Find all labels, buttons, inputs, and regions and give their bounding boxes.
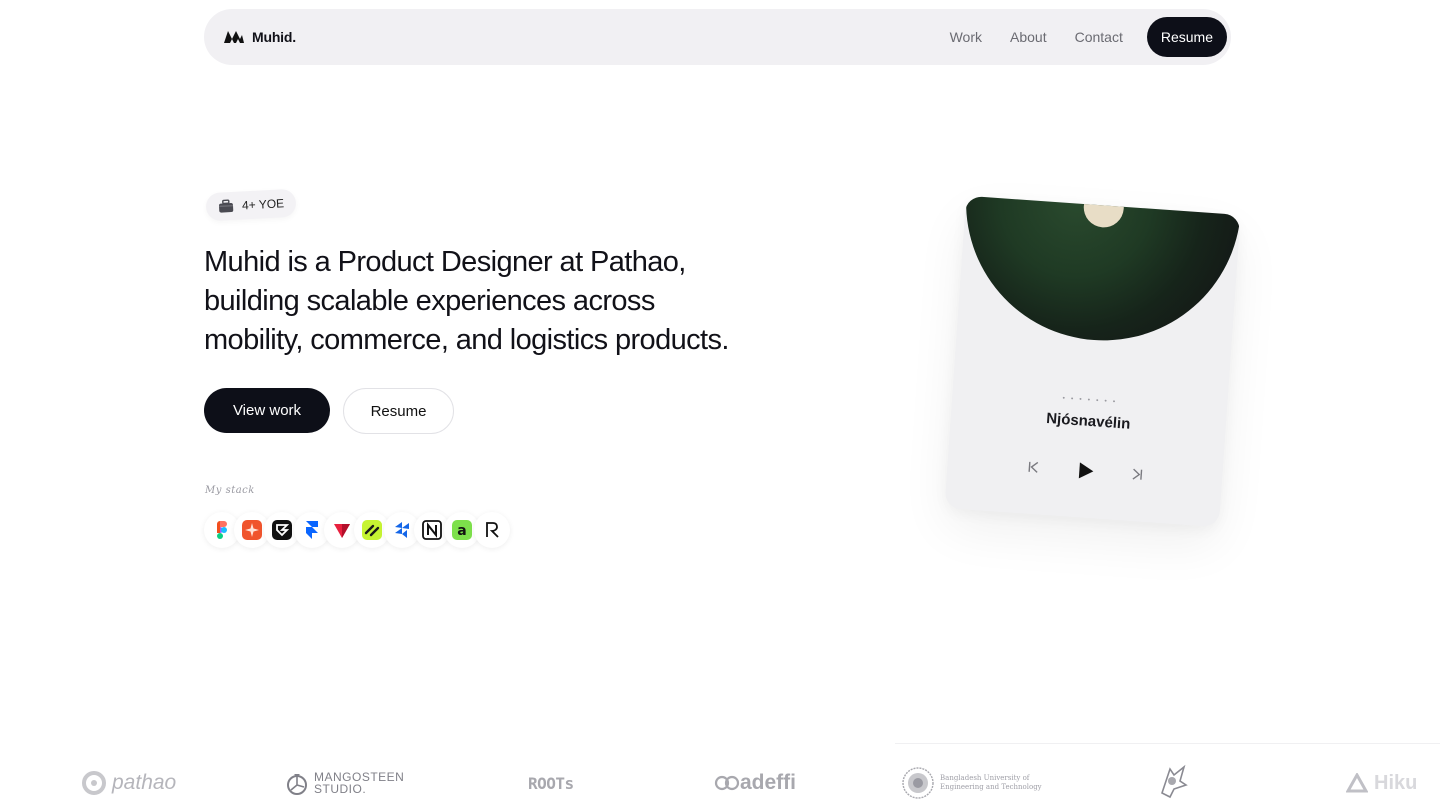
adeffi-logo-icon bbox=[714, 775, 740, 791]
logo-ags bbox=[1156, 764, 1190, 799]
briefcase-icon bbox=[218, 199, 234, 213]
stack-icons: a bbox=[204, 512, 510, 550]
headline-line-2: building scalable experiences across bbox=[204, 285, 655, 317]
next-icon[interactable] bbox=[1126, 464, 1147, 485]
nav-links: Work About Contact Resume bbox=[950, 17, 1227, 57]
brand-logo-icon bbox=[224, 31, 244, 43]
nav-link-work[interactable]: Work bbox=[950, 29, 982, 45]
logo-mangosteen-line-2: STUDIO. bbox=[314, 782, 367, 796]
experience-badge-label: 4+ YOE bbox=[241, 196, 285, 213]
nav-link-about[interactable]: About bbox=[1010, 29, 1047, 45]
logo-roots: ROOTs bbox=[528, 767, 574, 799]
logo-buet-line-2: Engineering and Technology bbox=[940, 783, 1042, 791]
stack-label: My stack bbox=[205, 485, 255, 496]
logo-pathao-text: pathao bbox=[112, 771, 177, 794]
brand[interactable]: Muhid. bbox=[224, 29, 296, 45]
logo-buet: Bangladesh University of Engineering and… bbox=[902, 767, 1042, 799]
resume-button[interactable]: Resume bbox=[343, 388, 454, 434]
experience-badge: 4+ YOE bbox=[205, 188, 297, 222]
logo-adeffi: adeffi bbox=[714, 767, 796, 799]
logo-hiku: Hiku bbox=[1346, 767, 1417, 799]
pathao-logo-icon bbox=[82, 771, 106, 795]
svg-text:a: a bbox=[457, 523, 466, 539]
raycast-icon[interactable] bbox=[474, 512, 510, 548]
logo-buet-line-1: Bangladesh University of bbox=[940, 774, 1030, 782]
logo-roots-text: ROOTs bbox=[528, 773, 574, 793]
buet-seal-icon bbox=[902, 767, 934, 799]
client-logos: pathao MANGOSTEEN STUDIO. ROOTs adeffi B… bbox=[0, 742, 1440, 812]
headline-line-1: Muhid is a Product Designer at Pathao, bbox=[204, 246, 686, 278]
mangosteen-logo-icon bbox=[287, 774, 307, 795]
logo-mangosteen: MANGOSTEEN STUDIO. bbox=[286, 767, 404, 799]
nav-link-contact[interactable]: Contact bbox=[1075, 29, 1123, 45]
nav-resume-button[interactable]: Resume bbox=[1146, 17, 1227, 57]
logo-pathao: pathao bbox=[82, 767, 176, 799]
previous-icon[interactable] bbox=[1022, 456, 1043, 477]
music-player-card: • • • • • • • Njósnavélin bbox=[944, 195, 1241, 528]
top-nav: Muhid. Work About Contact Resume bbox=[204, 9, 1231, 65]
logo-adeffi-text: adeffi bbox=[740, 771, 797, 794]
hiku-logo-icon bbox=[1346, 773, 1368, 793]
headline-line-3: mobility, commerce, and logistics produc… bbox=[204, 324, 729, 356]
view-work-button[interactable]: View work bbox=[204, 388, 330, 433]
play-icon[interactable] bbox=[1074, 460, 1095, 481]
ags-logo-icon bbox=[1161, 764, 1188, 799]
player-controls bbox=[947, 451, 1223, 490]
brand-name: Muhid. bbox=[252, 29, 296, 45]
hero-headline: Muhid is a Product Designer at Pathao, b… bbox=[204, 243, 804, 360]
logo-hiku-text: Hiku bbox=[1374, 771, 1418, 794]
